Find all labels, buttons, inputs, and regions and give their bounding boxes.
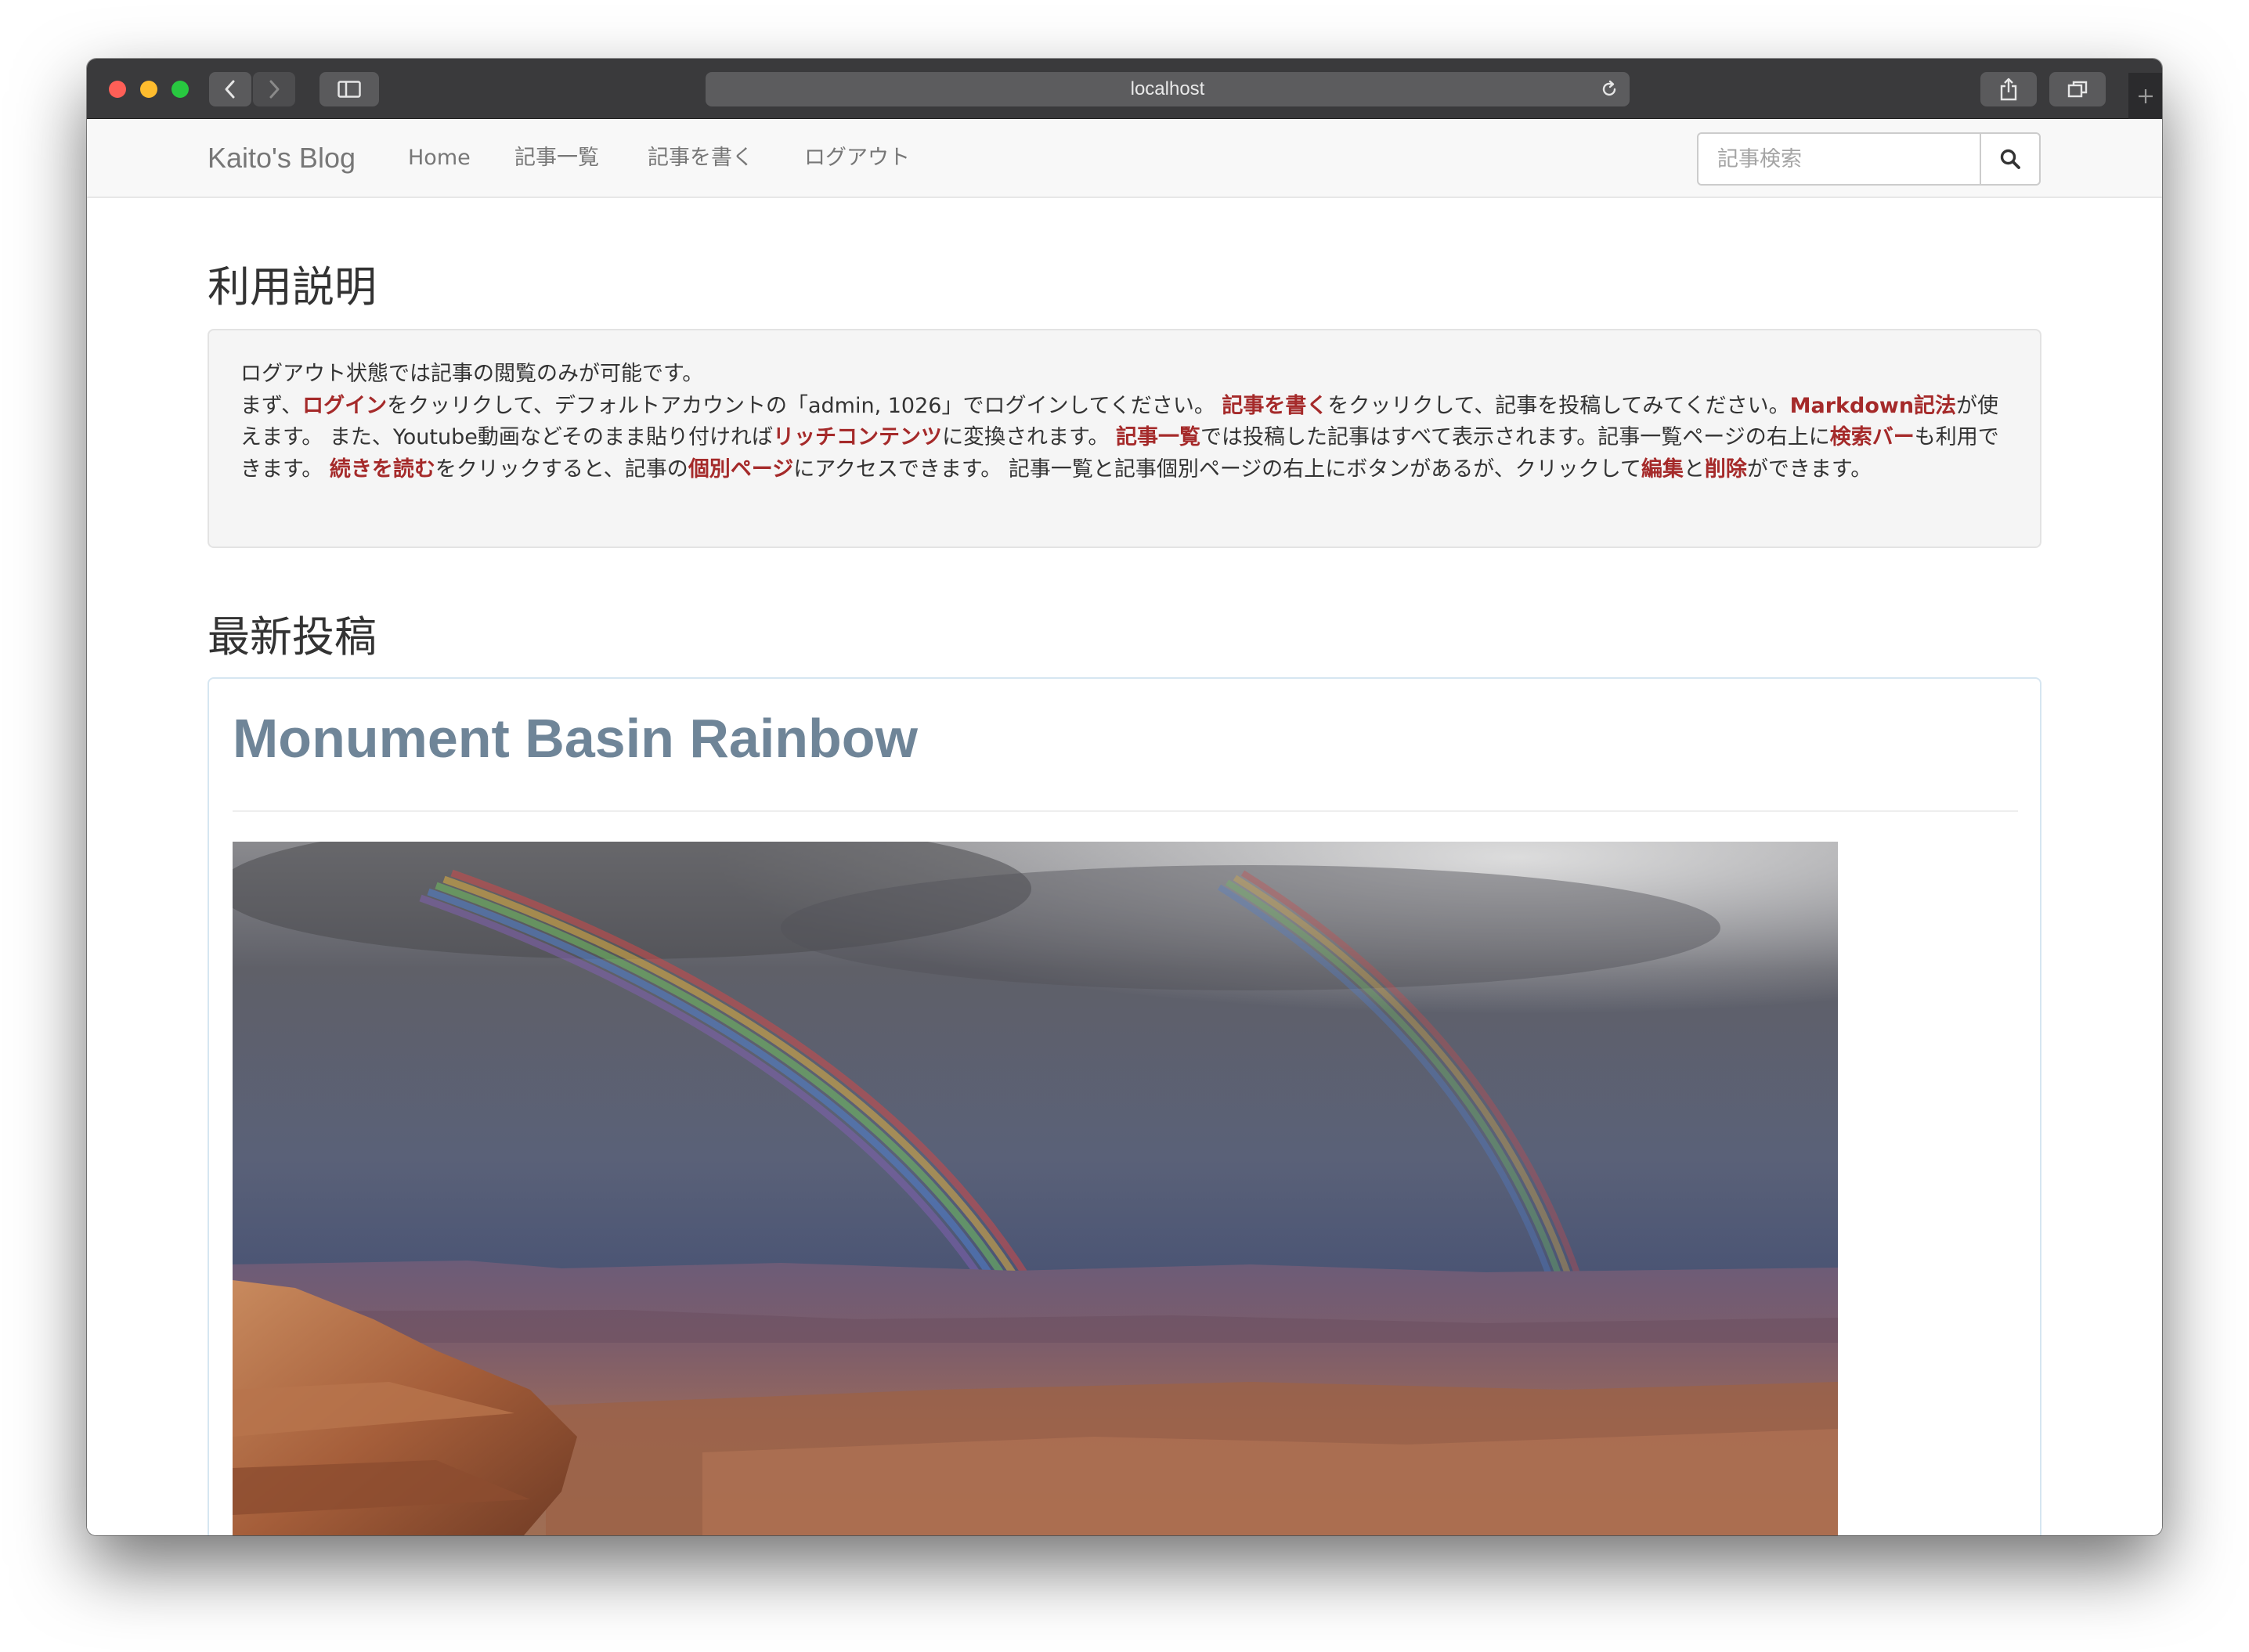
minimize-window-button[interactable] [140, 81, 157, 98]
page-viewport: Kaito's Blog Home 記事一覧 記事を書く ログアウト 利用説明 … [87, 119, 2162, 1535]
article-page-link[interactable]: 個別ページ [688, 457, 793, 482]
post-card: Monument Basin Rainbow [208, 677, 2041, 1535]
forward-button[interactable] [253, 72, 295, 106]
zoom-window-button[interactable] [171, 81, 189, 98]
write-article-link[interactable]: 記事を書く [1222, 394, 1327, 418]
read-more-link[interactable]: 続きを読む [330, 457, 435, 482]
reload-icon[interactable] [1600, 80, 1619, 99]
rich-content-link[interactable]: リッチコンテンツ [773, 425, 942, 449]
nav-item-write-article[interactable]: 記事を書く [648, 119, 753, 197]
chevron-right-icon [269, 80, 280, 99]
post-divider [233, 810, 2018, 812]
tab-overview-button[interactable] [2049, 72, 2106, 106]
address-bar-url: localhost [1130, 78, 1205, 99]
back-button[interactable] [209, 72, 251, 106]
delete-link[interactable]: 削除 [1705, 457, 1747, 482]
address-bar[interactable]: localhost [706, 72, 1630, 106]
usage-heading: 利用説明 [208, 262, 377, 312]
latest-posts-heading: 最新投稿 [208, 612, 377, 662]
plus-icon [2138, 88, 2153, 103]
usage-text: にアクセスできます。 記事一覧と記事個別ページの右上にボタンがあるが、クリックし… [793, 456, 1641, 482]
usage-text: と [1683, 456, 1705, 482]
search-icon [2000, 149, 2020, 169]
close-window-button[interactable] [109, 81, 126, 98]
article-list-link[interactable]: 記事一覧 [1116, 425, 1200, 449]
login-link[interactable]: ログイン [302, 394, 387, 418]
search-input[interactable] [1697, 132, 1981, 186]
usage-line-1: ログアウト状態では記事の閲覧のみが可能です。 [240, 362, 704, 386]
post-image [233, 842, 1838, 1535]
usage-text: ができます。 [1746, 456, 1872, 482]
search-bar-link[interactable]: 検索バー [1830, 425, 1915, 449]
usage-text: をクリックすると、記事の [435, 456, 688, 482]
nav-item-logout[interactable]: ログアウト [804, 119, 910, 197]
new-tab-button[interactable] [2128, 73, 2162, 119]
nav-item-home[interactable]: Home [408, 119, 471, 197]
sidebar-toggle-button[interactable] [319, 72, 379, 106]
markdown-link[interactable]: Markdown記法 [1790, 394, 1956, 418]
sidebar-icon [338, 81, 361, 98]
edit-link[interactable]: 編集 [1641, 457, 1684, 482]
usage-text: まず、 [240, 393, 303, 418]
share-icon [2000, 78, 2017, 101]
tabs-icon [2067, 81, 2088, 98]
browser-window: localhost Kaito's Blog Home 記事一覧 記事を書く ロ… [87, 59, 2162, 1535]
usage-text: をクッリクして、デフォルトアカウントの「admin, 1026」でログインしてく… [387, 393, 1222, 418]
search-button[interactable] [1980, 132, 2041, 186]
post-title-link[interactable]: Monument Basin Rainbow [233, 707, 918, 770]
chevron-left-icon [225, 80, 235, 99]
browser-titlebar: localhost [87, 59, 2162, 119]
usage-paragraph: まず、ログインをクッリクして、デフォルトアカウントの「admin, 1026」で… [240, 391, 2009, 486]
nav-item-article-list[interactable]: 記事一覧 [514, 119, 599, 197]
usage-text: では投稿した記事はすべて表示されます。記事一覧ページの右上に [1200, 425, 1830, 449]
usage-instructions: ログアウト状態では記事の閲覧のみが可能です。 まず、ログインをクッリクして、デフ… [208, 329, 2041, 548]
usage-text: に変換されます。 [942, 425, 1116, 449]
usage-text: をクッリクして、記事を投稿してみてください。 [1327, 393, 1790, 418]
site-navbar: Kaito's Blog Home 記事一覧 記事を書く ログアウト [87, 119, 2162, 198]
navbar-brand[interactable]: Kaito's Blog [208, 119, 356, 197]
share-button[interactable] [1980, 72, 2037, 106]
